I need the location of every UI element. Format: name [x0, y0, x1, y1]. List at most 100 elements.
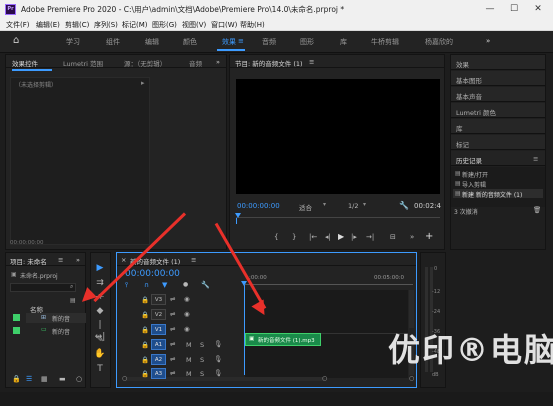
- menu-graphics[interactable]: 图形(G): [152, 20, 177, 30]
- panel-more-icon[interactable]: »: [216, 58, 220, 66]
- history-item[interactable]: 导入剪辑: [462, 180, 486, 189]
- program-scrubber[interactable]: [236, 217, 440, 218]
- history-menu-icon[interactable]: ≡: [533, 155, 538, 163]
- project-item[interactable]: 新的音: [52, 327, 70, 336]
- zoom-handle-right[interactable]: ○: [322, 375, 327, 382]
- timeline-menu-icon[interactable]: ≡: [191, 256, 196, 264]
- menu-marker[interactable]: 标记(M): [122, 20, 148, 30]
- workspace-assembly[interactable]: 组件: [106, 37, 120, 47]
- track-eye-icon[interactable]: ◉: [184, 325, 190, 333]
- add-button-icon[interactable]: +: [425, 231, 433, 242]
- workspace-custom-2[interactable]: 杨嘉欣的: [425, 37, 453, 47]
- timeline-wrench-icon[interactable]: 🔧: [201, 281, 210, 289]
- track-lock-icon[interactable]: 🔒: [141, 326, 149, 334]
- track-lock-icon[interactable]: 🔒: [141, 311, 149, 319]
- timeline-ruler[interactable]: [245, 284, 413, 285]
- track-v2[interactable]: V2: [151, 309, 166, 320]
- pen-tool-icon[interactable]: ✎: [94, 334, 106, 346]
- mark-in-icon[interactable]: {: [274, 233, 278, 241]
- track-sync-icon[interactable]: ⇌: [170, 310, 175, 318]
- history-item[interactable]: 新建 新的音频文件 (1): [462, 190, 522, 199]
- track-lock-icon[interactable]: 🔒: [141, 296, 149, 304]
- workspace-graphics[interactable]: 图形: [300, 37, 314, 47]
- mark-out-icon[interactable]: }: [292, 233, 296, 241]
- project-menu-icon[interactable]: ≡: [58, 256, 63, 264]
- track-mute-button[interactable]: M: [186, 370, 192, 378]
- slip-tool-icon[interactable]: |↔|: [94, 319, 106, 342]
- expand-icon[interactable]: ▸: [141, 79, 145, 87]
- lock-icon[interactable]: 🔒: [12, 375, 21, 383]
- track-sync-icon[interactable]: ⇌: [170, 340, 175, 348]
- track-sync-icon[interactable]: ⇌: [170, 325, 175, 333]
- panel-lumetri-color[interactable]: Lumetri 颜色: [451, 103, 545, 118]
- export-frame-icon[interactable]: ⊟: [390, 233, 396, 241]
- icon-view-icon[interactable]: ▦: [41, 375, 48, 383]
- add-marker-icon[interactable]: ▼: [162, 281, 167, 289]
- program-monitor-title[interactable]: 节目: 新的音频文件 (1): [235, 58, 303, 68]
- close-button[interactable]: ✕: [528, 3, 548, 16]
- razor-icon[interactable]: ◆: [94, 305, 106, 317]
- menu-sequence[interactable]: 序列(S): [94, 20, 118, 30]
- trash-icon[interactable]: 🗑: [533, 206, 541, 214]
- project-more-icon[interactable]: »: [76, 256, 80, 264]
- panel-history-header[interactable]: 历史记录 ≡: [451, 151, 545, 166]
- panel-markers[interactable]: 标记: [451, 135, 545, 150]
- panel-essential-graphics[interactable]: 基本图形: [451, 71, 545, 86]
- track-v1[interactable]: V1: [151, 324, 166, 335]
- tab-source[interactable]: 源：（无剪辑）: [124, 58, 166, 68]
- track-select-icon[interactable]: ⇉: [94, 277, 106, 289]
- track-solo-button[interactable]: S: [200, 370, 204, 378]
- track-v3[interactable]: V3: [151, 294, 166, 305]
- home-icon[interactable]: ⌂: [13, 35, 19, 46]
- program-timecode-current[interactable]: 00:00:00:00: [237, 202, 280, 210]
- track-mic-icon[interactable]: 🎙: [214, 369, 222, 377]
- menu-edit[interactable]: 编辑(E): [36, 20, 60, 30]
- selection-tool-icon[interactable]: ▶: [94, 262, 106, 274]
- panel-libraries[interactable]: 库: [451, 119, 545, 134]
- track-sync-icon[interactable]: ⇌: [170, 369, 175, 377]
- wrench-icon[interactable]: 🔧: [399, 201, 409, 210]
- project-search-input[interactable]: [10, 283, 76, 292]
- fit-dropdown[interactable]: 适合: [299, 202, 312, 212]
- project-item[interactable]: 新的音: [52, 314, 70, 323]
- track-mic-icon[interactable]: 🎙: [214, 340, 222, 348]
- workspace-learn[interactable]: 学习: [66, 37, 80, 47]
- workspace-color[interactable]: 颜色: [183, 37, 197, 47]
- menu-view[interactable]: 视图(V): [182, 20, 206, 30]
- step-back-icon[interactable]: ◂|: [325, 233, 331, 241]
- track-solo-button[interactable]: S: [200, 356, 204, 364]
- tab-lumetri-scopes[interactable]: Lumetri 范围: [63, 58, 103, 68]
- hand-tool-icon[interactable]: ✋: [94, 348, 106, 360]
- project-title[interactable]: 项目: 未命名: [10, 256, 47, 266]
- history-item[interactable]: 新建/打开: [462, 170, 488, 179]
- circle-icon[interactable]: ○: [76, 375, 82, 383]
- timeline-timecode[interactable]: 00:00:00:00: [125, 269, 180, 279]
- go-to-out-icon[interactable]: →|: [366, 233, 374, 241]
- snap-icon[interactable]: ⫯: [125, 281, 128, 290]
- maximize-button[interactable]: ☐: [504, 3, 524, 16]
- program-monitor-menu-icon[interactable]: ≡: [309, 58, 314, 66]
- type-tool-icon[interactable]: T: [94, 363, 106, 375]
- go-to-in-icon[interactable]: |←: [309, 233, 317, 241]
- workspace-effects[interactable]: 效果: [222, 37, 236, 47]
- menu-clip[interactable]: 剪辑(C): [65, 20, 89, 30]
- workspace-editing[interactable]: 编辑: [145, 37, 159, 47]
- track-sync-icon[interactable]: ⇌: [170, 355, 175, 363]
- track-eye-icon[interactable]: ◉: [184, 310, 190, 318]
- list-view-icon[interactable]: ☰: [26, 375, 32, 383]
- track-mute-button[interactable]: M: [186, 356, 192, 364]
- tab-effect-controls[interactable]: 效果控件: [12, 58, 38, 68]
- timeline-close-icon[interactable]: ×: [121, 256, 126, 264]
- track-lock-icon[interactable]: 🔒: [141, 370, 149, 378]
- play-icon[interactable]: ▶: [338, 232, 344, 241]
- track-lock-icon[interactable]: 🔒: [141, 341, 149, 349]
- scroll-handle[interactable]: ○: [409, 375, 414, 382]
- step-forward-icon[interactable]: |▸: [351, 233, 357, 241]
- tab-audio[interactable]: 音频: [189, 58, 202, 68]
- workspace-more[interactable]: »: [486, 37, 490, 45]
- track-a1[interactable]: A1: [151, 339, 166, 350]
- menu-window[interactable]: 窗口(W): [211, 20, 237, 30]
- minimize-button[interactable]: —: [480, 3, 500, 16]
- audio-clip[interactable]: ▣ 新的音频文件 (1).mp3: [245, 333, 321, 346]
- track-a3[interactable]: A3: [151, 368, 166, 379]
